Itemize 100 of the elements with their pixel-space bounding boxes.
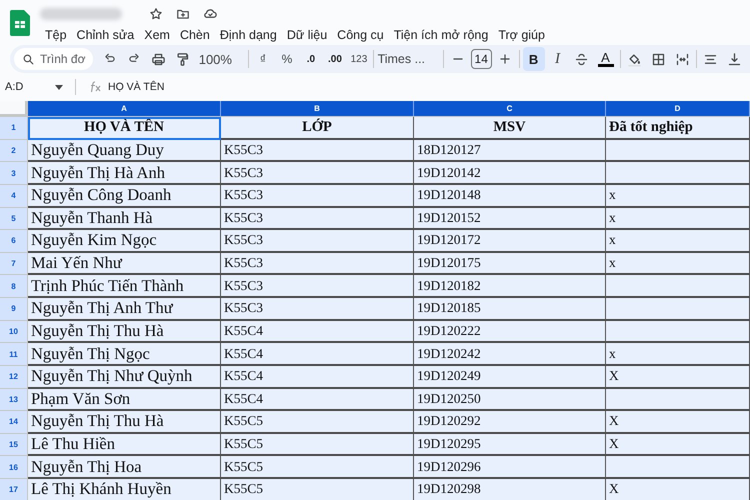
table-cell[interactable]: Nguyễn Thị Như Quỳnh — [28, 366, 221, 388]
menu-item[interactable]: Dữ liệu — [282, 26, 332, 44]
table-cell[interactable]: Phạm Văn Sơn — [28, 388, 221, 412]
column-header[interactable]: B — [221, 101, 414, 117]
text-color-button[interactable]: A — [594, 47, 617, 71]
table-cell[interactable]: 19D120182 — [414, 275, 606, 298]
table-cell[interactable]: 19D120152 — [414, 208, 606, 230]
table-cell[interactable]: Lê Thị Khánh Huyền — [28, 479, 221, 500]
zoom-dropdown[interactable]: 100% — [195, 47, 246, 71]
table-cell[interactable]: X — [606, 479, 750, 500]
table-cell[interactable]: Nguyễn Thị Thu Hà — [28, 320, 221, 344]
name-box[interactable]: A:D — [5, 81, 24, 93]
menu-item[interactable]: Chèn — [174, 26, 215, 44]
column-header[interactable]: A — [28, 101, 221, 117]
decrease-decimal-button[interactable]: .0 — [300, 47, 322, 71]
table-cell[interactable]: Nguyễn Thị Ngọc — [28, 343, 221, 366]
table-cell[interactable]: K55C4 — [221, 388, 414, 412]
header-cell[interactable]: LỚP — [221, 117, 414, 140]
italic-button[interactable]: I — [546, 47, 569, 71]
table-cell[interactable]: K55C3 — [221, 184, 414, 208]
table-cell[interactable]: 19D120172 — [414, 230, 606, 253]
table-cell[interactable]: Nguyễn Kim Ngọc — [28, 230, 221, 253]
row-header[interactable]: 7 — [0, 252, 28, 276]
menu-item[interactable]: Công cụ — [332, 26, 389, 44]
table-cell[interactable]: K55C4 — [221, 320, 414, 344]
row-header[interactable]: 4 — [0, 184, 28, 208]
row-header[interactable]: 17 — [0, 479, 28, 500]
table-cell[interactable]: 19D120250 — [414, 388, 606, 412]
header-cell[interactable]: Đã tốt nghiệp — [606, 117, 750, 140]
row-header[interactable]: 8 — [0, 275, 28, 298]
table-cell[interactable]: X — [606, 434, 750, 456]
table-cell[interactable]: 19D120292 — [414, 411, 606, 434]
row-header[interactable]: 12 — [0, 366, 28, 388]
row-header[interactable]: 2 — [0, 140, 28, 162]
table-cell[interactable]: 19D120298 — [414, 479, 606, 500]
table-cell[interactable]: Mai Yến Như — [28, 252, 221, 276]
font-size-field[interactable]: 14 — [470, 49, 492, 69]
table-cell[interactable]: 18D120127 — [414, 140, 606, 162]
table-cell[interactable]: K55C3 — [221, 208, 414, 230]
table-cell[interactable]: x — [606, 208, 750, 230]
table-cell[interactable]: K55C3 — [221, 230, 414, 253]
table-cell[interactable]: 19D120175 — [414, 252, 606, 276]
row-header[interactable]: 1 — [0, 117, 28, 140]
menu-item[interactable]: Định dạng — [214, 26, 282, 44]
table-cell[interactable]: x — [606, 230, 750, 253]
menu-item[interactable]: Tiện ích mở rộng — [388, 26, 494, 44]
table-cell[interactable]: Nguyễn Thị Hoa — [28, 456, 221, 479]
increase-decimal-button[interactable]: .00 — [324, 47, 346, 71]
header-cell[interactable]: MSV — [414, 117, 606, 140]
header-cell[interactable]: HỌ VÀ TÊN — [28, 117, 221, 140]
row-header[interactable]: 16 — [0, 456, 28, 479]
row-header[interactable]: 10 — [0, 320, 28, 344]
table-cell[interactable]: Nguyễn Thị Hà Anh — [28, 162, 221, 185]
column-header[interactable]: D — [606, 101, 750, 117]
table-cell[interactable]: K55C3 — [221, 298, 414, 321]
table-cell[interactable]: x — [606, 252, 750, 276]
table-cell[interactable]: 19D120249 — [414, 366, 606, 388]
table-cell[interactable]: K55C5 — [221, 411, 414, 434]
menu-item[interactable]: Trợ giúp — [493, 26, 550, 44]
table-cell[interactable]: K55C3 — [221, 162, 414, 185]
menu-item[interactable]: Xem — [139, 26, 175, 44]
font-dropdown[interactable]: Times ... — [376, 47, 440, 71]
menu-item[interactable]: Tệp — [40, 26, 72, 44]
row-header[interactable]: 3 — [0, 162, 28, 185]
table-cell[interactable]: 19D120242 — [414, 343, 606, 366]
table-cell[interactable]: Nguyễn Công Doanh — [28, 184, 221, 208]
bold-button[interactable]: B — [522, 47, 545, 71]
table-cell[interactable]: K55C4 — [221, 366, 414, 388]
table-cell[interactable]: x — [606, 184, 750, 208]
table-cell[interactable]: x — [606, 343, 750, 366]
row-header[interactable]: 11 — [0, 343, 28, 366]
row-header[interactable]: 9 — [0, 298, 28, 321]
table-cell[interactable]: 19D120142 — [414, 162, 606, 185]
table-cell[interactable]: Nguyễn Thị Anh Thư — [28, 298, 221, 321]
table-cell[interactable]: K55C5 — [221, 456, 414, 479]
menu-item[interactable]: Chỉnh sửa — [72, 26, 140, 44]
table-cell[interactable]: 19D120185 — [414, 298, 606, 321]
row-header[interactable]: 15 — [0, 434, 28, 456]
percent-button[interactable]: % — [276, 47, 298, 71]
table-cell[interactable]: K55C3 — [221, 140, 414, 162]
table-cell[interactable]: Nguyễn Thị Thu Hà — [28, 411, 221, 434]
currency-button[interactable]: ₫ — [252, 47, 274, 71]
column-header[interactable]: C — [414, 101, 606, 117]
table-cell[interactable]: K55C4 — [221, 343, 414, 366]
table-cell[interactable]: 19D120148 — [414, 184, 606, 208]
table-cell[interactable]: K55C3 — [221, 252, 414, 276]
menu-search-field[interactable]: Trình đơ — [14, 48, 94, 70]
number-format-button[interactable]: 123 — [348, 47, 370, 71]
table-cell[interactable]: X — [606, 411, 750, 434]
table-cell[interactable]: Nguyễn Thanh Hà — [28, 208, 221, 230]
row-header[interactable]: 14 — [0, 411, 28, 434]
table-cell[interactable]: 19D120222 — [414, 320, 606, 344]
table-cell[interactable]: Nguyễn Quang Duy — [28, 140, 221, 162]
table-cell[interactable]: K55C5 — [221, 434, 414, 456]
table-cell[interactable]: 19D120296 — [414, 456, 606, 479]
table-cell[interactable]: K55C3 — [221, 275, 414, 298]
row-header[interactable]: 6 — [0, 230, 28, 253]
table-cell[interactable]: Lê Thu Hiền — [28, 434, 221, 456]
table-cell[interactable]: K55C5 — [221, 479, 414, 500]
table-cell[interactable]: X — [606, 366, 750, 388]
